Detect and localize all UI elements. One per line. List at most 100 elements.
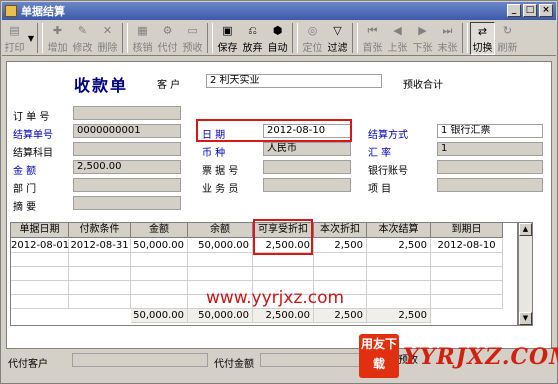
grid-header-7[interactable]: 到期日 [431,223,503,238]
grid-cell-2[interactable]: 50,000.00 [131,239,188,253]
toolbar-button-edit[interactable]: ✎ 修改 [70,22,95,55]
department-field[interactable] [73,178,181,192]
grid-header-0[interactable]: 单据日期 [11,223,69,238]
toolbar-button-switch[interactable]: ⇄ 切换 [470,22,495,55]
grid-empty-cell[interactable] [69,295,131,309]
delete-icon: ✕ [102,24,113,37]
scroll-up-arrow-icon[interactable]: ▲ [519,223,532,236]
grid-empty-cell[interactable] [367,253,431,267]
project-field[interactable] [437,178,543,192]
grid-empty-cell[interactable] [11,253,69,267]
proxy-customer-field[interactable] [72,353,208,367]
toolbar-button-next[interactable]: ▶ 下张 [410,22,435,55]
grid-empty-cell[interactable] [367,281,431,295]
toolbar-button-delete[interactable]: ✕ 删除 [95,22,120,55]
toolbar-button-refresh[interactable]: ↻ 刷新 [495,22,520,55]
summary-field[interactable] [73,196,181,210]
grid-empty-cell[interactable] [11,295,69,309]
amount-label: 金 额 [13,166,37,177]
grid-empty-cell[interactable] [367,295,431,309]
toolbar-button-label: 保存 [217,43,238,54]
toolbar-button-prev[interactable]: ◀ 上张 [385,22,410,55]
proxy-amount-field[interactable] [260,353,360,367]
toolbar-button-label: 首张 [362,43,383,54]
toolbar-button-last[interactable]: ⏭ 末张 [435,22,460,55]
staff-field[interactable] [263,178,351,192]
form-title: 收款单 [74,76,129,95]
currency-field[interactable]: 人民币 [263,142,351,156]
toolbar-button-proxy-pay[interactable]: ⚙ 代付 [155,22,180,55]
grid-header-6[interactable]: 本次结算 [367,223,431,238]
grid-empty-cell[interactable] [431,281,503,295]
amount-field[interactable]: 2,500.00 [73,160,181,174]
grid-header-1[interactable]: 付款条件 [69,223,131,238]
grid-empty-cell[interactable] [314,253,367,267]
toolbar-button-label: 放弃 [242,43,263,54]
proxy-customer-label: 代付客户 [8,359,48,370]
grid-empty-cell[interactable] [431,295,503,309]
grid-header-3[interactable]: 余额 [188,223,253,238]
toolbar-button-add-doc[interactable]: ✚ 增加 [45,22,70,55]
bill-no-field[interactable] [263,160,351,174]
grid-empty-cell[interactable] [367,267,431,281]
prepay-icon: ▭ [187,24,198,37]
toolbar-button-verify[interactable]: ▦ 核销 [130,22,155,55]
grid-cell-7[interactable]: 2012-08-10 [431,239,503,253]
settle-no-field[interactable]: 0000000001 [73,124,181,138]
grid-empty-cell[interactable] [69,281,131,295]
grid-header-2[interactable]: 金额 [131,223,188,238]
grid-cell-6[interactable]: 2,500 [367,239,431,253]
grid-scrollbar[interactable]: ▲ ▼ [518,222,533,326]
grid-cell-1[interactable]: 2012-08-31 [69,239,131,253]
toolbar-button-label: 打印 [4,43,25,54]
toolbar-button-printer[interactable]: ▤ 打印 [2,22,27,55]
toolbar-separator [122,23,128,53]
grid-empty-cell[interactable] [131,281,188,295]
print-dropdown-arrow-icon[interactable]: ▼ [27,22,35,55]
toolbar-button-locate[interactable]: ◎ 定位 [300,22,325,55]
settle-subject-field[interactable] [73,142,181,156]
toolbar-button-filter[interactable]: ▽ 过滤 [325,22,350,55]
minimize-button[interactable]: _ [507,4,521,17]
grid-empty-cell[interactable] [431,253,503,267]
locate-icon: ◎ [307,24,318,37]
grid-empty-cell[interactable] [69,253,131,267]
grid-cell-3[interactable]: 50,000.00 [188,239,253,253]
watermark: www.yyrjxz.com [206,288,345,308]
grid-empty-cell[interactable] [11,267,69,281]
rate-field[interactable]: 1 [437,142,543,156]
grid-total-cell: 2,500.00 [253,309,314,323]
grid-empty-cell[interactable] [188,253,253,267]
maximize-button[interactable]: □ [523,4,537,17]
toolbar-separator [207,23,213,53]
grid-empty-cell[interactable] [253,267,314,281]
bank-account-field[interactable] [437,160,543,174]
toolbar-button-save[interactable]: ▣ 保存 [215,22,240,55]
grid-empty-cell[interactable] [131,295,188,309]
toolbar-button-first[interactable]: ⏮ 首张 [360,22,385,55]
staff-label: 业 务 员 [202,184,239,195]
last-icon: ⏭ [442,23,453,37]
grid-empty-cell[interactable] [314,267,367,281]
toolbar-button-discard[interactable]: ⎌ 放弃 [240,22,265,55]
grid-empty-cell[interactable] [69,267,131,281]
grid-empty-cell[interactable] [131,253,188,267]
order-no-field[interactable] [73,106,181,120]
grid-empty-cell[interactable] [188,267,253,281]
grid-header-5[interactable]: 本次折扣 [314,223,367,238]
grid-cell-5[interactable]: 2,500 [314,239,367,253]
scroll-down-arrow-icon[interactable]: ▼ [519,312,532,325]
settle-method-field[interactable]: 1 银行汇票 [437,124,543,138]
customer-label: 客 户 [157,80,181,91]
grid-total-cell: 2,500 [367,309,431,323]
grid-empty-cell[interactable] [131,267,188,281]
grid-cell-0[interactable]: 2012-08-01 [11,239,69,253]
toolbar-button-label: 下张 [412,43,433,54]
toolbar-button-prepay[interactable]: ▭ 预收 [180,22,205,55]
grid-empty-cell[interactable] [431,267,503,281]
customer-field[interactable]: 2 利天实业 [206,74,382,88]
toolbar-button-auto[interactable]: ⬢ 自动 [265,22,290,55]
grid-empty-cell[interactable] [11,281,69,295]
close-button[interactable]: × [539,4,553,17]
grid-empty-cell[interactable] [253,253,314,267]
